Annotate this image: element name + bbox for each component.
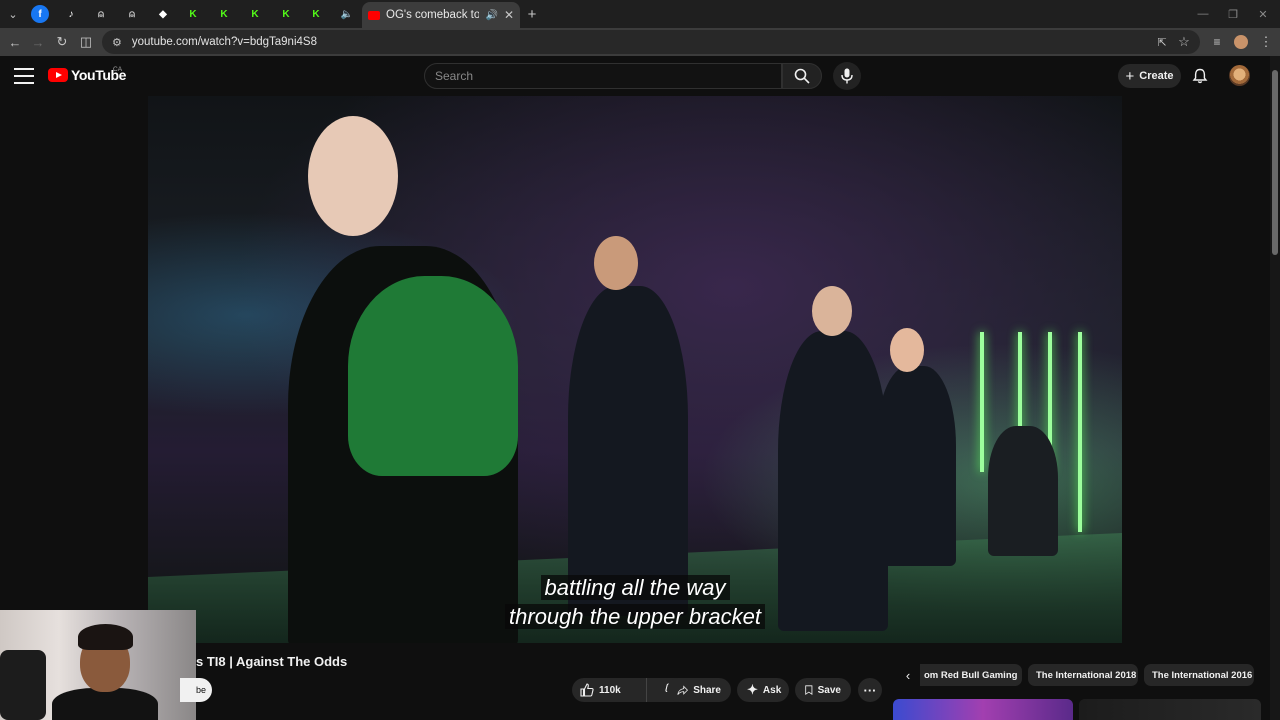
youtube-header: YouTube CA Search + Create [0,56,1270,96]
ask-label: Ask [762,684,782,696]
new-tab-button[interactable]: + [522,4,542,24]
chip-label: om Red Bull Gaming [924,669,1018,681]
chip-ti-2018[interactable]: The International 2018 [1028,664,1138,686]
media-controls-icon[interactable]: ≡ [1207,32,1227,52]
subscribe-label: be [195,685,206,695]
country-code: CA [113,66,123,73]
sparkle-icon: ✦ [747,682,758,697]
stage-light [980,332,984,472]
page-scrollbar[interactable] [1270,56,1280,720]
browser-toolbar: ← → ↻ ◫ ⚙ youtube.com/watch?v=bdgTa9ni4S… [0,28,1280,56]
install-app-icon[interactable]: ⇱ [1152,32,1172,52]
address-url: youtube.com/watch?v=bdgTa9ni4S8 [131,36,317,48]
player-head [890,328,924,372]
reload-icon[interactable]: ↻ [52,32,72,52]
youtube-favicon-icon [368,10,380,20]
caption-line-1: battling all the way [148,575,1122,601]
guide-menu-icon[interactable] [14,68,34,84]
pinned-tab-tiktok-icon[interactable]: ♪ [62,5,80,23]
notifications-bell-icon[interactable] [1192,68,1208,84]
pinned-tab-diamond-icon[interactable]: ◆ [154,5,172,23]
pinned-tab-game-icon[interactable]: ⍝ [123,5,141,23]
caption-line-2: through the upper bracket [148,604,1122,630]
back-icon[interactable]: ← [5,32,25,52]
save-button[interactable]: Save [795,678,851,702]
pinned-tab-speaker-icon[interactable]: 🔈 [338,5,356,23]
site-info-icon[interactable]: ⚙ [112,36,122,49]
pinned-tab-game-icon[interactable]: ⍝ [92,5,110,23]
more-actions-button[interactable]: ··· [858,678,882,702]
browser-tab-strip: ⌄ f♪⍝⍝◆KKKKK🔈 OG's comeback to win DOTA … [0,0,1280,28]
pinned-tab-kick-icon[interactable]: K [184,5,202,23]
raised-hands [308,116,398,236]
search-icon [794,68,810,84]
chips-prev-arrow-icon[interactable]: ‹ [898,664,918,686]
scrollbar-thumb[interactable] [1272,70,1278,255]
profile-avatar-icon[interactable] [1231,32,1251,52]
search-button[interactable] [782,63,822,89]
bookmark-save-icon [805,685,813,695]
chip-red-bull-gaming[interactable]: om Red Bull Gaming [920,664,1022,686]
youtube-play-icon [48,68,68,82]
more-dots-icon: ··· [863,682,877,698]
stage-light [1078,332,1082,532]
webcam-person-hair [78,624,133,650]
like-count: 110k [599,684,621,696]
pinned-tab-kick-icon[interactable]: K [307,5,325,23]
share-label: Share [693,684,721,696]
tab-close-icon[interactable]: ✕ [504,8,514,22]
browser-menu-icon[interactable]: ⋮ [1256,32,1276,52]
chip-ti-2016[interactable]: The International 2016 [1144,664,1254,686]
recommended-thumbnail[interactable] [893,699,1073,720]
thumbs-up-icon [580,683,594,697]
player-figure [876,366,956,566]
tab-title: OG's comeback to win DOTA [386,9,480,21]
recommended-thumbnail[interactable] [1079,699,1261,720]
webcam-overlay [0,610,196,720]
pinned-tab-facebook-icon[interactable]: f [31,5,49,23]
microphone-icon [841,68,853,84]
create-button[interactable]: + Create [1118,64,1181,88]
bookmark-star-icon[interactable]: ☆ [1174,32,1194,52]
forward-icon[interactable]: → [28,32,48,52]
account-avatar[interactable] [1229,65,1250,86]
player-head [812,286,852,336]
restore-icon[interactable]: ❐ [1218,4,1248,24]
pinned-tab-kick-icon[interactable]: K [277,5,295,23]
voice-search-button[interactable] [833,62,861,90]
split-view-icon[interactable]: ◫ [76,32,96,52]
player-head [594,236,638,290]
chip-label: The International 2018 [1036,669,1137,681]
webcam-chair [0,650,46,720]
webcam-person-body [52,688,158,720]
video-player[interactable]: battling all the way through the upper b… [148,96,1122,643]
chip-label: The International 2016 [1152,669,1253,681]
video-title: s TI8 | Against The Odds [196,654,348,669]
player-figure [568,286,688,616]
search-input[interactable]: Search [424,63,782,89]
address-bar[interactable]: ⚙ youtube.com/watch?v=bdgTa9ni4S8 [102,30,1200,54]
save-label: Save [817,684,841,696]
ask-button[interactable]: ✦ Ask [737,678,789,702]
tab-search-chevron-icon[interactable]: ⌄ [3,4,23,24]
minimize-icon[interactable]: — [1188,4,1218,24]
camera-operator [988,426,1058,556]
subscribe-button[interactable]: be [180,678,212,702]
like-button[interactable]: 110k [572,678,647,702]
tab-audio-icon[interactable]: 🔊 [485,10,497,21]
green-hoodie [348,276,518,476]
tab-active[interactable]: OG's comeback to win DOTA 🔊 ✕ [362,2,520,28]
create-label: Create [1139,70,1174,82]
share-icon [677,684,689,695]
share-button[interactable]: Share [667,678,731,702]
pinned-tab-kick-icon[interactable]: K [246,5,264,23]
pinned-tab-kick-icon[interactable]: K [215,5,233,23]
search-placeholder: Search [435,69,474,83]
close-window-icon[interactable]: ✕ [1248,4,1278,24]
plus-icon: + [1125,67,1135,85]
